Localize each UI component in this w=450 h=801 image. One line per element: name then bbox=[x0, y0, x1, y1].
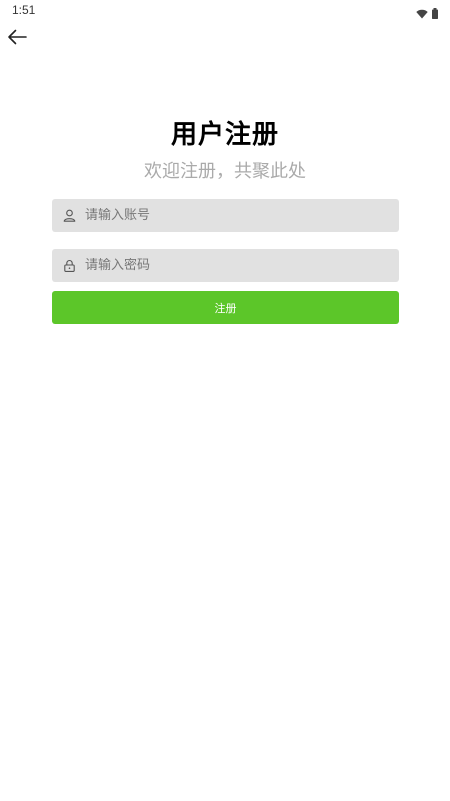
page-title: 用户注册 bbox=[170, 120, 279, 150]
status-bar: 1:51 bbox=[0, 0, 450, 22]
register-screen: 1:51 用户注册 欢迎注册，共聚此处 请输入账号 注册 bbox=[0, 0, 450, 801]
password-field[interactable] bbox=[52, 249, 399, 282]
register-button[interactable]: 注册 bbox=[52, 291, 399, 324]
password-input[interactable] bbox=[85, 258, 385, 273]
arrow-left-icon bbox=[7, 29, 27, 49]
page-subtitle: 欢迎注册，共聚此处 bbox=[144, 161, 306, 182]
battery-icon bbox=[432, 4, 438, 23]
back-button[interactable] bbox=[4, 26, 30, 52]
wifi-icon bbox=[416, 4, 428, 23]
account-input[interactable] bbox=[85, 208, 385, 223]
user-icon bbox=[62, 209, 76, 223]
account-field[interactable] bbox=[52, 199, 399, 232]
lock-icon bbox=[62, 259, 76, 273]
status-time: 1:51 bbox=[12, 3, 36, 17]
status-icons bbox=[416, 4, 438, 23]
